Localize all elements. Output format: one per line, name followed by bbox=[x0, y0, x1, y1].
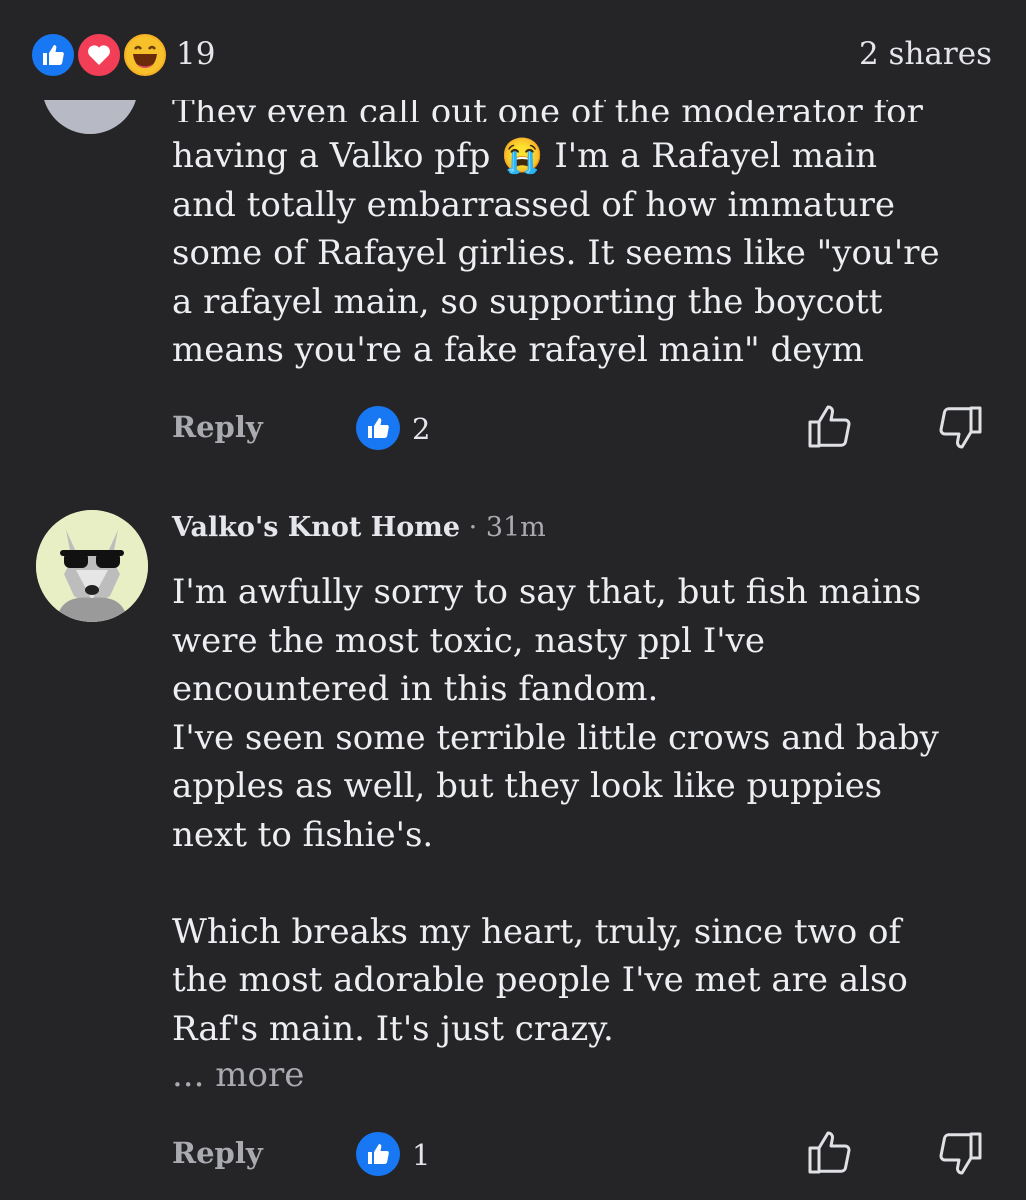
thumbs-down-icon[interactable] bbox=[934, 402, 986, 454]
like-count[interactable]: 2 bbox=[412, 412, 430, 446]
like-icon bbox=[30, 32, 76, 78]
reply-button[interactable]: Reply bbox=[172, 1136, 263, 1170]
comment-line: the most adorable people I've met are al… bbox=[172, 960, 908, 1000]
reactions-bar: 19 2 shares bbox=[0, 0, 1026, 100]
reaction-count[interactable]: 19 bbox=[176, 36, 215, 72]
comment-author: Valko's Knot Home · 31m bbox=[172, 512, 546, 543]
comment-time: · 31m bbox=[468, 512, 546, 543]
comment-text: I'm awfully sorry to say that, but fish … bbox=[172, 568, 992, 1053]
like-count[interactable]: 1 bbox=[412, 1138, 430, 1172]
author-name[interactable]: Valko's Knot Home bbox=[172, 512, 460, 543]
comment-line: and totally embarrassed of how immature bbox=[172, 184, 896, 225]
comment-text: having a Valko pfp 😭 I'm a Rafayel main a… bbox=[172, 132, 992, 375]
comment-actions: Reply 2 bbox=[172, 404, 992, 454]
comment-line bbox=[172, 859, 992, 908]
haha-icon bbox=[122, 32, 168, 78]
comment-line: apples as well, but they look like puppi… bbox=[172, 766, 883, 806]
see-more-link[interactable]: ... more bbox=[172, 1055, 304, 1095]
reaction-summary[interactable] bbox=[30, 32, 180, 78]
comment-line: were the most toxic, nasty ppl I've bbox=[172, 620, 765, 661]
comment-line: a rafayel main, so supporting the boycot… bbox=[172, 281, 883, 322]
comment-line: next to fishie's. bbox=[172, 814, 434, 855]
reply-button[interactable]: Reply bbox=[172, 410, 263, 444]
thumbs-up-icon[interactable] bbox=[804, 400, 856, 452]
comment-line: Which breaks my heart, truly, since two … bbox=[172, 911, 902, 952]
comment-line: some of Rafayel girlies. It seems like "… bbox=[172, 233, 940, 273]
like-icon[interactable] bbox=[356, 1132, 400, 1176]
shares-count[interactable]: 2 shares bbox=[859, 36, 992, 72]
comment-line: I've seen some terrible little crows and… bbox=[172, 717, 939, 758]
thumbs-down-icon[interactable] bbox=[934, 1128, 986, 1180]
comment-line: I'm awfully sorry to say that, but fish … bbox=[172, 572, 922, 612]
comment-line: Raf's main. It's just crazy. bbox=[172, 1008, 614, 1049]
wolf-sunglasses-avatar-icon bbox=[36, 510, 148, 622]
like-icon[interactable] bbox=[356, 406, 400, 450]
avatar[interactable] bbox=[36, 510, 148, 622]
love-icon bbox=[76, 32, 122, 78]
comment-line: encountered in this fandom. bbox=[172, 669, 659, 709]
comment-line: having a Valko pfp 😭 I'm a Rafayel main bbox=[172, 136, 878, 176]
comment-actions: Reply 1 bbox=[172, 1130, 992, 1180]
comment-line: means you're a fake rafayel main" deym bbox=[172, 330, 864, 370]
thumbs-up-icon[interactable] bbox=[804, 1126, 856, 1178]
